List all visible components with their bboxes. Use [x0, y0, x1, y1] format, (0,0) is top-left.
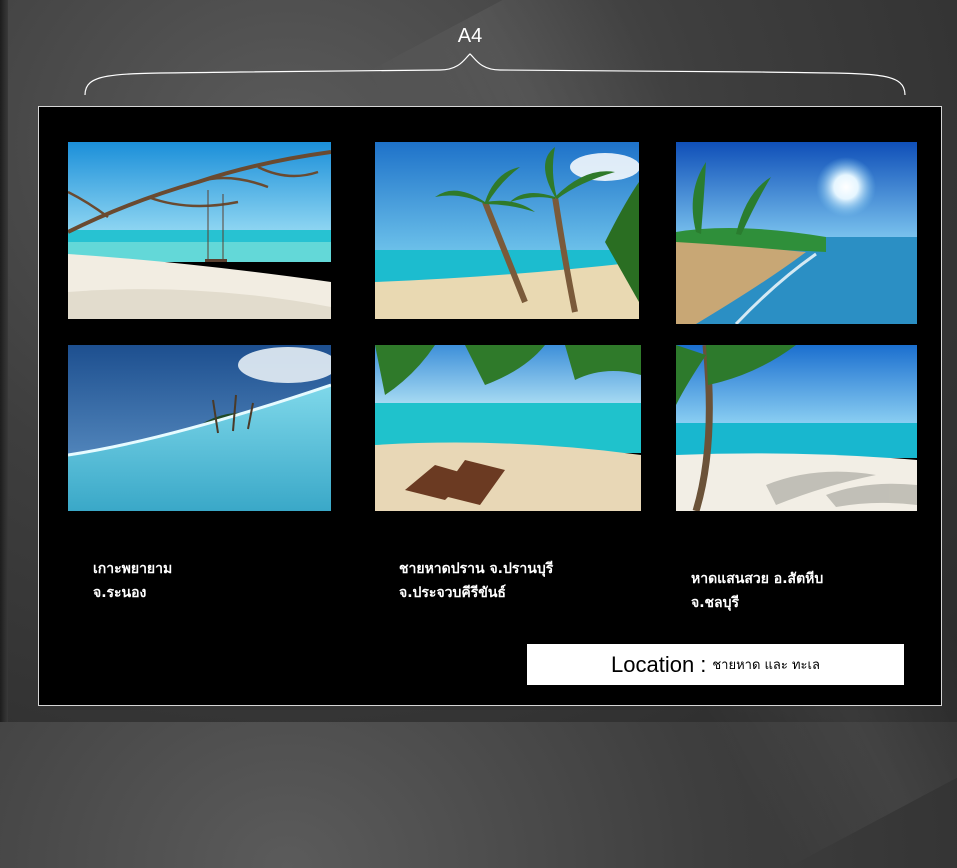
beach-photo-swing-tree: [68, 142, 331, 319]
caption-2-line2: จ.ประจวบคีรีขันธ์: [399, 585, 506, 601]
location-value: ชายหาด และ ทะเล: [712, 658, 820, 673]
location-label: Location: [611, 651, 695, 677]
caption-1-line1: เกาะพยายาม: [93, 561, 173, 577]
caption-3-line1: หาดแสนสวย อ.สัตหีบ: [691, 571, 824, 587]
caption-3: หาดแสนสวย อ.สัตหีบ จ.ชลบุรี: [691, 567, 823, 615]
beach-photo-palm-leaning: [375, 142, 639, 319]
caption-3-line2: จ.ชลบุรี: [691, 595, 740, 611]
caption-2-line1: ชายหาดปราน จ.ปรานบุรี: [399, 561, 554, 577]
beach-photo-island-wave: [68, 345, 331, 511]
page-size-label: A4: [457, 25, 483, 47]
a4-sheet: เกาะพยายาม จ.ระนอง ชายหาดปราน จ.ปรานบุรี…: [38, 106, 942, 706]
background-left-edge: [0, 0, 8, 722]
location-separator: :: [700, 651, 707, 677]
caption-2: ชายหาดปราน จ.ปรานบุรี จ.ประจวบคีรีขันธ์: [399, 557, 553, 605]
beach-photo-palm-shadow: [676, 345, 917, 511]
beach-photo-deck-chairs: [375, 345, 641, 511]
curly-brace-icon: [84, 53, 906, 96]
beach-photo-sun-shore: [676, 142, 917, 324]
caption-1-line2: จ.ระนอง: [93, 585, 147, 601]
location-box: Location : ชายหาด และ ทะเล: [527, 644, 904, 685]
caption-1: เกาะพยายาม จ.ระนอง: [93, 557, 172, 605]
